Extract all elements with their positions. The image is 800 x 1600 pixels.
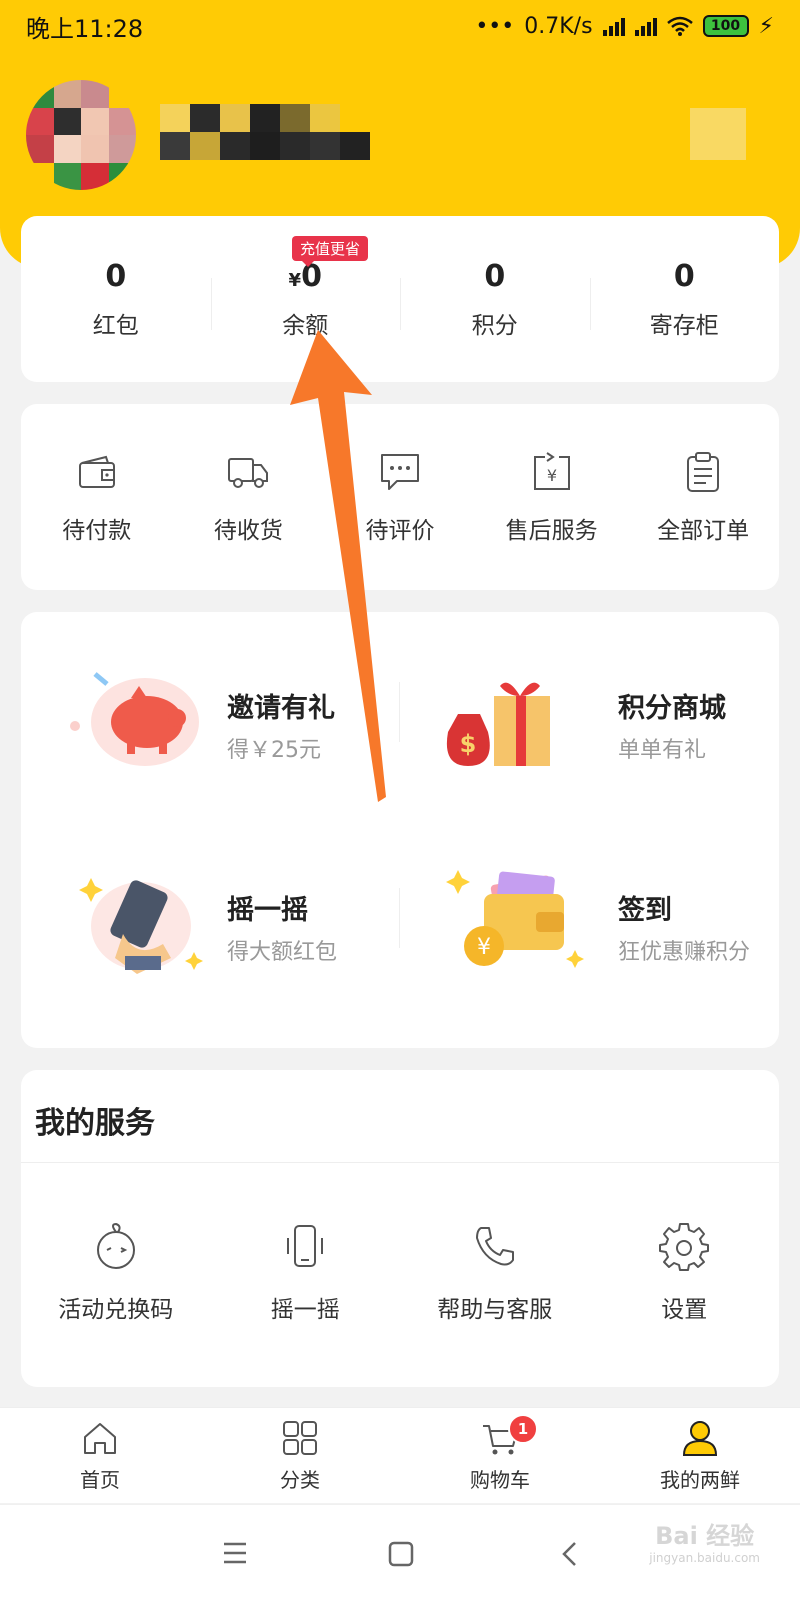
- net-speed: 0.7K/s: [524, 13, 593, 39]
- back-icon[interactable]: [560, 1541, 578, 1567]
- order-all[interactable]: 全部订单: [627, 404, 779, 590]
- tab-home[interactable]: 首页: [0, 1408, 200, 1503]
- order-pending-review[interactable]: 待评价: [324, 404, 476, 590]
- tab-label: 分类: [280, 1468, 320, 1492]
- status-time: 晚上11:28: [26, 14, 144, 43]
- asset-label: 寄存柜: [649, 312, 719, 339]
- svg-text:¥: ¥: [477, 935, 491, 960]
- asset-locker[interactable]: 0 寄存柜: [589, 216, 780, 382]
- asset-value: 0: [484, 258, 506, 294]
- chat-icon: [380, 454, 419, 490]
- service-shake[interactable]: 摇一摇: [211, 1220, 401, 1324]
- service-label: 设置: [661, 1297, 708, 1323]
- services-list: 活动兑换码 摇一摇 帮助与客服 设置: [21, 1220, 779, 1324]
- section-title: 我的服务: [35, 1106, 155, 1141]
- tab-mine[interactable]: 我的两鲜: [600, 1408, 800, 1503]
- watermark: Bai 经验 jingyan.baidu.com: [649, 1516, 760, 1565]
- asset-label: 积分: [471, 312, 518, 339]
- asset-value: 0: [673, 258, 695, 294]
- nickname: [160, 104, 370, 160]
- tab-label: 购物车: [470, 1468, 530, 1492]
- asset-label: 红包: [92, 312, 139, 339]
- cart-count-badge: 1: [508, 1414, 538, 1444]
- header-side-icon[interactable]: [690, 108, 746, 160]
- phone-shake-icon: [79, 878, 203, 974]
- promo-title: 积分商城: [618, 693, 726, 724]
- service-redeem-code[interactable]: 活动兑换码: [21, 1220, 211, 1324]
- phone-handset-icon: [475, 1227, 514, 1266]
- promo-subtitle: 单单有礼: [618, 738, 707, 763]
- battery-icon: 100: [702, 15, 749, 37]
- order-pending-payment[interactable]: 待付款: [21, 404, 173, 590]
- service-help[interactable]: 帮助与客服: [400, 1220, 590, 1324]
- asset-value: 0: [105, 258, 127, 294]
- svg-text:¥: ¥: [546, 466, 556, 485]
- refund-icon: ¥: [533, 452, 570, 490]
- promo-title: 邀请有礼: [227, 693, 335, 724]
- user-icon: [682, 1421, 718, 1456]
- truck-icon: [228, 458, 269, 488]
- my-services-card: 我的服务 活动兑换码 摇一摇 帮助与客服 设置: [21, 1070, 779, 1387]
- order-label: 待收货: [213, 518, 283, 544]
- dots-icon: •••: [475, 13, 515, 39]
- promo-shake[interactable]: 摇一摇 得大额红包: [21, 816, 400, 1016]
- order-pending-receipt[interactable]: 待收货: [173, 404, 325, 590]
- asset-points[interactable]: 0 积分: [400, 216, 590, 382]
- avatar[interactable]: [26, 80, 136, 190]
- menu-icon[interactable]: [222, 1541, 248, 1565]
- promo-check-in[interactable]: ¥ 签到 狂优惠赚积分: [400, 816, 779, 1016]
- order-after-sales[interactable]: ¥ 售后服务: [476, 404, 628, 590]
- svg-text:$: $: [460, 730, 477, 758]
- currency-symbol: ¥: [288, 269, 302, 291]
- order-label: 待付款: [62, 518, 132, 544]
- bottom-tab-bar: 首页 分类 1 购物车 我的两鲜: [0, 1407, 800, 1503]
- order-label: 全部订单: [657, 518, 750, 544]
- clipboard-icon: [687, 452, 720, 492]
- status-bar: 晚上11:28 ••• 0.7K/s 100 ⚡: [0, 0, 800, 52]
- order-label: 售后服务: [505, 518, 598, 544]
- asset-label: 余额: [282, 312, 329, 339]
- promo-subtitle: 狂优惠赚积分: [618, 940, 751, 965]
- grid-icon: [283, 1421, 317, 1455]
- signal-icon: [602, 16, 625, 36]
- promotions-card: 邀请有礼 得￥25元 $ 积分商城 单单有礼 摇一摇 得大额红包 ¥ 签到 狂优…: [21, 612, 779, 1048]
- promo-title: 摇一摇: [227, 895, 308, 926]
- promo-subtitle: 得大额红包: [227, 940, 338, 965]
- promo-points-mall[interactable]: $ 积分商城 单单有礼: [400, 612, 779, 812]
- wallet-icon: [78, 455, 115, 488]
- watermark-text: Bai 经验: [655, 1522, 755, 1550]
- promo-subtitle: 得￥25元: [227, 738, 321, 763]
- wallet-coin-icon: ¥: [446, 870, 584, 968]
- orders-card: 待付款 待收货 待评价 ¥ 售后服务 全部订单: [21, 404, 779, 590]
- gift-box-icon: $: [446, 682, 550, 766]
- recharge-badge: 充值更省: [292, 236, 369, 267]
- watermark-url: jingyan.baidu.com: [649, 1551, 760, 1565]
- piggy-bank-icon: [70, 672, 199, 766]
- service-settings[interactable]: 设置: [590, 1220, 780, 1324]
- signal-icon: [634, 16, 657, 36]
- gear-icon: [659, 1223, 710, 1271]
- promo-title: 签到: [618, 895, 672, 926]
- home-icon: [84, 1423, 116, 1454]
- phone-vibrate-icon: [287, 1225, 324, 1267]
- wifi-icon: [666, 16, 693, 36]
- service-label: 活动兑换码: [58, 1297, 174, 1323]
- order-label: 待评价: [365, 518, 435, 544]
- tab-label: 首页: [80, 1468, 120, 1492]
- status-indicators: ••• 0.7K/s 100 ⚡: [475, 14, 774, 39]
- baby-face-icon: [96, 1222, 135, 1269]
- home-square-icon[interactable]: [388, 1541, 414, 1567]
- charging-icon: ⚡: [758, 13, 774, 39]
- assets-card: 0 红包 ¥0 余额 0 积分 0 寄存柜: [21, 216, 779, 382]
- divider: [21, 1162, 779, 1163]
- tab-cart[interactable]: 1 购物车: [400, 1408, 600, 1503]
- asset-red-packet[interactable]: 0 红包: [21, 216, 211, 382]
- service-label: 摇一摇: [270, 1297, 340, 1323]
- tab-category[interactable]: 分类: [200, 1408, 400, 1503]
- promo-invite[interactable]: 邀请有礼 得￥25元: [21, 612, 400, 812]
- tab-label: 我的两鲜: [660, 1468, 740, 1492]
- service-label: 帮助与客服: [437, 1297, 553, 1323]
